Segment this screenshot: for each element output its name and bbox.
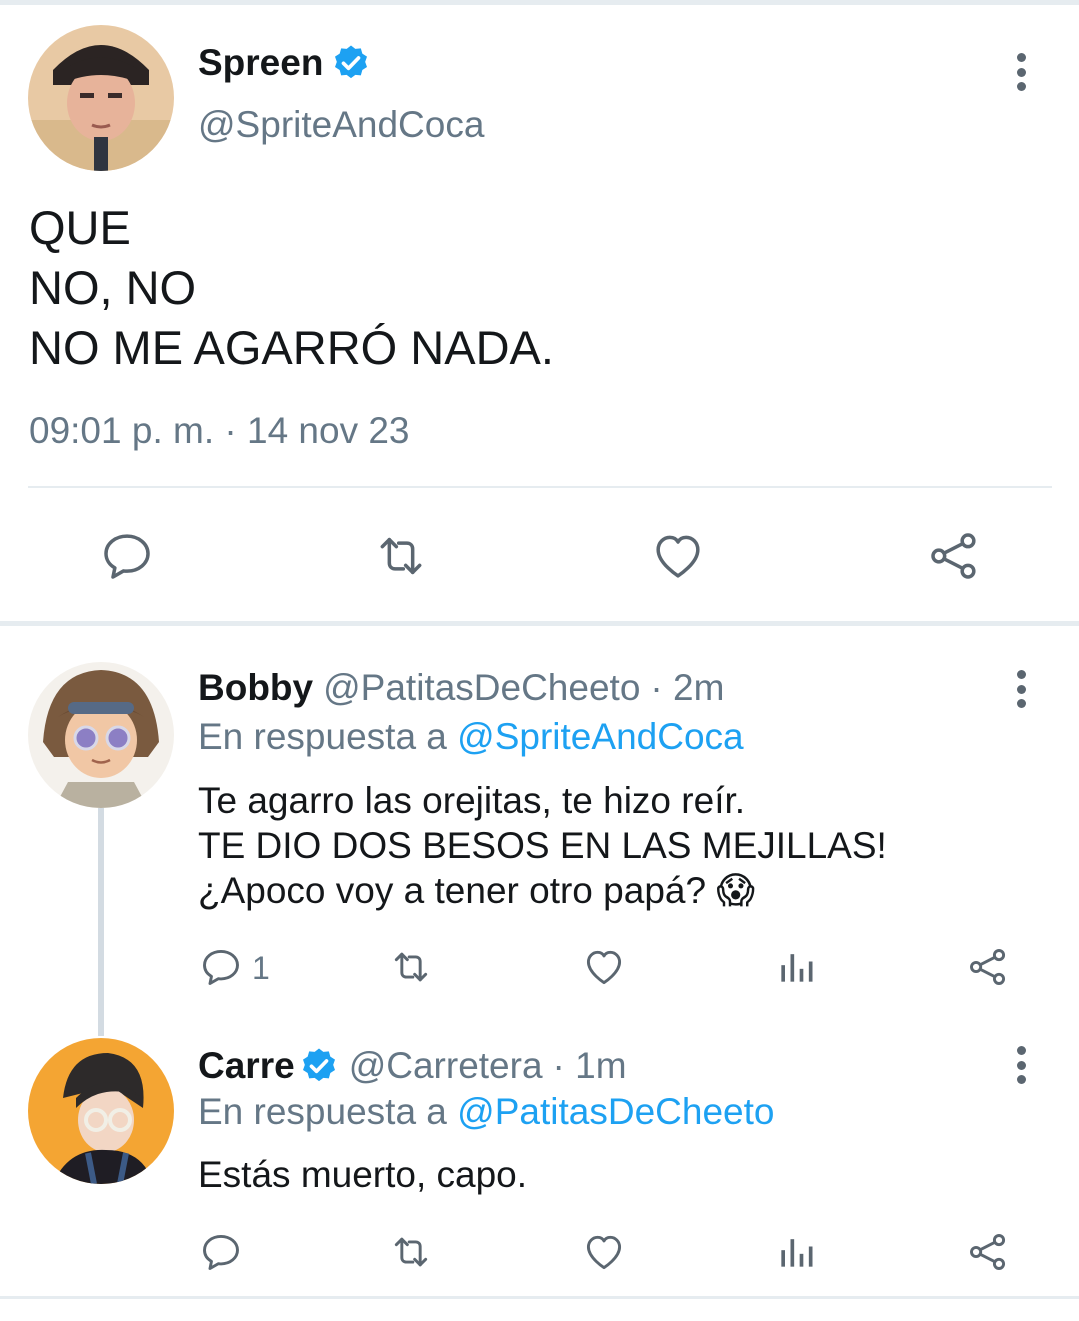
like-icon[interactable] — [582, 945, 626, 989]
reply-icon[interactable] — [99, 528, 155, 584]
reply-time: · 2m — [650, 667, 725, 708]
reply-context: En respuesta a @PatitasDeCheeto — [198, 1091, 774, 1133]
reply-line: TE DIO DOS BESOS EN LAS MEJILLAS! — [198, 825, 887, 866]
reply-prefix: En respuesta a — [198, 716, 447, 757]
tweet-timestamp: 09:01 p. m. · 14 nov 23 — [29, 410, 410, 451]
reply-time: · 1m — [552, 1045, 627, 1086]
reply-header: Carre @Carretera · 1m — [198, 1045, 627, 1087]
avatar-spreen[interactable] — [28, 25, 174, 171]
reply-author-name[interactable]: Carre — [198, 1045, 295, 1087]
divider — [28, 486, 1052, 488]
tweet-line: QUE — [29, 201, 131, 254]
reply-line: Te agarro las orejitas, te hizo reír. — [198, 780, 746, 821]
more-options-icon[interactable] — [1006, 50, 1036, 94]
reply-to-link[interactable]: @SpriteAndCoca — [457, 716, 743, 757]
share-icon[interactable] — [966, 1230, 1010, 1274]
reply-text: Te agarro las orejitas, te hizo reír. TE… — [198, 778, 887, 913]
share-icon[interactable] — [966, 945, 1010, 989]
reply-count: 1 — [252, 950, 270, 986]
author-handle[interactable]: @SpriteAndCoca — [198, 104, 484, 146]
thread-connector — [98, 808, 104, 1036]
reply-to-link[interactable]: @PatitasDeCheeto — [457, 1091, 774, 1132]
reply-author-name[interactable]: Bobby — [198, 667, 313, 709]
analytics-icon[interactable] — [774, 1230, 818, 1274]
avatar-carre[interactable] — [28, 1038, 174, 1184]
reply-header: Bobby @PatitasDeCheeto · 2m — [198, 667, 724, 709]
retweet-icon[interactable] — [389, 945, 433, 989]
verified-badge-icon — [299, 1046, 339, 1086]
more-options-icon[interactable] — [1006, 667, 1036, 711]
reply-icon[interactable] — [199, 945, 243, 989]
bottom-divider — [0, 1296, 1079, 1299]
share-icon[interactable] — [926, 528, 982, 584]
like-icon[interactable] — [582, 1230, 626, 1274]
tweet-line: NO ME AGARRÓ NADA. — [29, 321, 554, 374]
more-options-icon[interactable] — [1006, 1043, 1036, 1087]
analytics-icon[interactable] — [774, 945, 818, 989]
like-icon[interactable] — [650, 528, 706, 584]
reply-author-handle[interactable]: @PatitasDeCheeto — [323, 667, 640, 709]
reply-line: Estás muerto, capo. — [198, 1154, 528, 1195]
tweet-line: NO, NO — [29, 261, 197, 314]
verified-badge-icon — [331, 43, 371, 83]
reply-icon[interactable] — [199, 1230, 243, 1274]
top-divider — [0, 0, 1079, 5]
screaming-face-emoji: 😱 — [716, 870, 755, 911]
reply-context: En respuesta a @SpriteAndCoca — [198, 716, 744, 758]
avatar-bobby[interactable] — [28, 662, 174, 808]
tweet-text: QUE NO, NO NO ME AGARRÓ NADA. — [29, 198, 554, 378]
retweet-icon[interactable] — [389, 1230, 433, 1274]
retweet-icon[interactable] — [373, 528, 429, 584]
reply-prefix: En respuesta a — [198, 1091, 447, 1132]
reply-line: ¿Apoco voy a tener otro papá? 😱 — [198, 870, 755, 911]
reply-text: Estás muerto, capo. — [198, 1152, 527, 1197]
reply-author-handle[interactable]: @Carretera — [349, 1045, 543, 1087]
author-name-text: Spreen — [198, 42, 324, 83]
author-name[interactable]: Spreen — [198, 42, 371, 84]
section-divider — [0, 621, 1079, 626]
